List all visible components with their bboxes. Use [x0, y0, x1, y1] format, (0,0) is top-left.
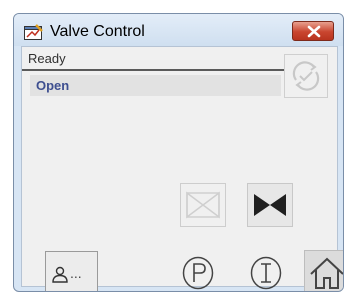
user-icon: [52, 266, 68, 283]
title-bar[interactable]: Valve Control: [14, 14, 343, 46]
close-button[interactable]: [292, 21, 334, 41]
p-circle-icon: [182, 256, 214, 290]
refresh-button[interactable]: [284, 54, 328, 98]
parameter-button[interactable]: [181, 255, 215, 291]
valve-state-text: Open: [36, 78, 70, 93]
home-icon: [310, 257, 343, 289]
window-title: Valve Control: [50, 23, 145, 40]
valve-control-window: Valve Control Ready Open ...: [13, 13, 344, 292]
app-icon: [24, 24, 43, 41]
status-divider: [22, 69, 284, 71]
status-text: Ready: [28, 51, 66, 66]
user-ellipsis: ...: [70, 265, 82, 281]
faceplate-panel: Ready Open ...: [21, 46, 343, 291]
close-valve-button[interactable]: [180, 183, 226, 227]
home-button[interactable]: [304, 250, 343, 291]
refresh-icon: [292, 61, 320, 91]
close-icon: [307, 25, 321, 38]
i-circle-icon: [250, 256, 282, 290]
info-button[interactable]: [249, 255, 283, 291]
valve-closed-icon: [186, 191, 220, 219]
valve-open-icon: [254, 194, 286, 216]
open-valve-button[interactable]: [247, 183, 293, 227]
user-button[interactable]: ...: [45, 251, 98, 291]
valve-state-field: Open: [30, 75, 281, 96]
